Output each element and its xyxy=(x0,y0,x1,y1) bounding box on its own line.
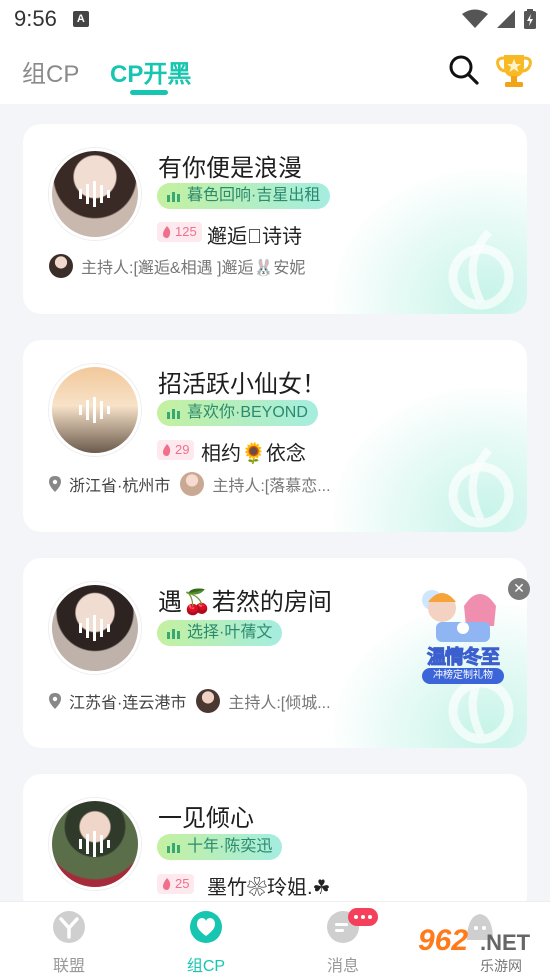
music-note-decoration xyxy=(448,229,514,310)
room-title: 有你便是浪漫 xyxy=(158,155,302,182)
host-avatar[interactable] xyxy=(49,364,141,456)
host-name: 墨竹❀玲姐.☘ xyxy=(207,877,331,899)
promo-title: 温情冬至 xyxy=(426,646,500,669)
song-tag: 选择·叶蒨文 xyxy=(157,620,283,646)
voice-wave-icon xyxy=(79,615,110,641)
hot-count: 125 xyxy=(175,224,197,239)
room-card[interactable]: 有你便是浪漫 暮色回响·吉星出租 125 邂逅 诗诗 主持人:[邂逅&相遇 ]邂… xyxy=(23,124,527,314)
nav-item-zu-cp[interactable]: 组CP xyxy=(151,902,261,979)
nav-label: 组CP xyxy=(186,958,226,975)
a-icon: A xyxy=(72,11,89,27)
voice-wave-icon xyxy=(79,831,110,857)
tab-zu-cp[interactable]: 组CP xyxy=(22,54,79,89)
active-tab-indicator xyxy=(130,90,168,95)
host-line-text: 主持人:[邂逅&相遇 ]邂逅🐰安妮 xyxy=(81,260,306,277)
hot-count: 25 xyxy=(175,876,190,891)
status-bar: 9:56 A xyxy=(0,0,550,38)
wifi-icon xyxy=(462,9,488,28)
watermark-sub: 乐游网 xyxy=(480,959,522,975)
nav-label: 联盟 xyxy=(52,958,85,975)
host-mini-avatar xyxy=(196,689,221,713)
host-name: 相约🌻依念 xyxy=(201,443,306,465)
song-name: 十年·陈奕迅 xyxy=(187,838,273,855)
nav-item-messages[interactable]: 消息 xyxy=(288,902,398,979)
song-name: 喜欢你·BEYOND xyxy=(187,404,308,421)
host-mini-avatar xyxy=(49,254,73,278)
music-bars-icon xyxy=(167,192,180,202)
status-icons xyxy=(462,9,536,29)
host-line: 主持人:[邂逅&相遇 ]邂逅🐰安妮 xyxy=(49,253,305,279)
promo-close-button[interactable]: ✕ xyxy=(508,578,530,600)
battery-icon xyxy=(524,9,536,29)
song-tag: 喜欢你·BEYOND xyxy=(157,400,318,426)
location-text: 浙江省·杭州市 xyxy=(69,478,171,495)
hot-badge: 29 xyxy=(157,440,195,460)
alliance-icon xyxy=(53,911,85,943)
host-line-text: 主持人:[倾城... xyxy=(228,695,331,712)
room-title: 遇🍒若然的房间 xyxy=(158,589,332,616)
music-bars-icon xyxy=(167,409,180,419)
top-header: 组CP CP开黑 xyxy=(0,38,550,104)
search-icon[interactable] xyxy=(448,54,480,86)
location-pin-icon xyxy=(49,476,61,492)
signal-icon xyxy=(497,10,515,28)
song-name: 暮色回响·吉星出租 xyxy=(187,187,321,204)
site-watermark: 962 .NET 乐游网 xyxy=(414,924,546,976)
room-title: 招活跃小仙女！ xyxy=(158,371,326,398)
nav-item-alliance[interactable]: 联盟 xyxy=(14,902,124,979)
promo-banner[interactable]: ✕ 温情冬至 冲榜定制礼物 xyxy=(408,578,530,690)
trophy-icon[interactable] xyxy=(494,50,534,90)
promo-subtitle: 冲榜定制礼物 xyxy=(422,668,504,684)
promo-characters-illustration xyxy=(422,590,496,642)
unread-badge xyxy=(348,908,378,926)
status-time: 9:56 xyxy=(14,6,57,31)
watermark-number: 962 xyxy=(418,924,469,957)
watermark-net: .NET xyxy=(480,930,531,955)
voice-wave-icon xyxy=(79,397,110,423)
hot-badge: 25 xyxy=(157,874,195,894)
location-text: 江苏省·连云港市 xyxy=(69,695,187,712)
hot-badge: 125 xyxy=(157,222,202,242)
host-avatar[interactable] xyxy=(49,798,141,890)
location-host-line: 江苏省·连云港市 主持人:[倾城... xyxy=(49,688,331,714)
host-mini-avatar xyxy=(180,472,205,496)
song-tag: 十年·陈奕迅 xyxy=(157,834,283,860)
music-note-decoration xyxy=(448,447,514,528)
music-bars-icon xyxy=(167,843,180,853)
location-pin-icon xyxy=(49,693,61,709)
host-avatar[interactable] xyxy=(49,582,141,674)
heart-icon xyxy=(190,911,222,943)
nav-label: 消息 xyxy=(326,958,359,975)
hot-count: 29 xyxy=(175,442,190,457)
room-title: 一见倾心 xyxy=(158,805,254,832)
song-tag: 暮色回响·吉星出租 xyxy=(157,183,331,209)
song-name: 选择·叶蒨文 xyxy=(187,624,273,641)
voice-wave-icon xyxy=(79,181,110,207)
host-name: 邂逅 诗诗 xyxy=(207,226,302,248)
host-line-text: 主持人:[落慕恋... xyxy=(212,478,331,495)
host-avatar[interactable] xyxy=(49,148,141,240)
music-bars-icon xyxy=(167,629,180,639)
heat-icon xyxy=(163,878,171,890)
heat-icon xyxy=(163,444,171,456)
heat-icon xyxy=(163,226,171,238)
tab-cp-kaihei[interactable]: CP开黑 xyxy=(110,54,191,89)
location-host-line: 浙江省·杭州市 主持人:[落慕恋... xyxy=(49,471,331,497)
room-card[interactable]: 招活跃小仙女！ 喜欢你·BEYOND 29 相约🌻依念 浙江省·杭州市 主持人:… xyxy=(23,340,527,532)
room-card[interactable]: 一见倾心 十年·陈奕迅 25 墨竹❀玲姐.☘ xyxy=(23,774,527,914)
